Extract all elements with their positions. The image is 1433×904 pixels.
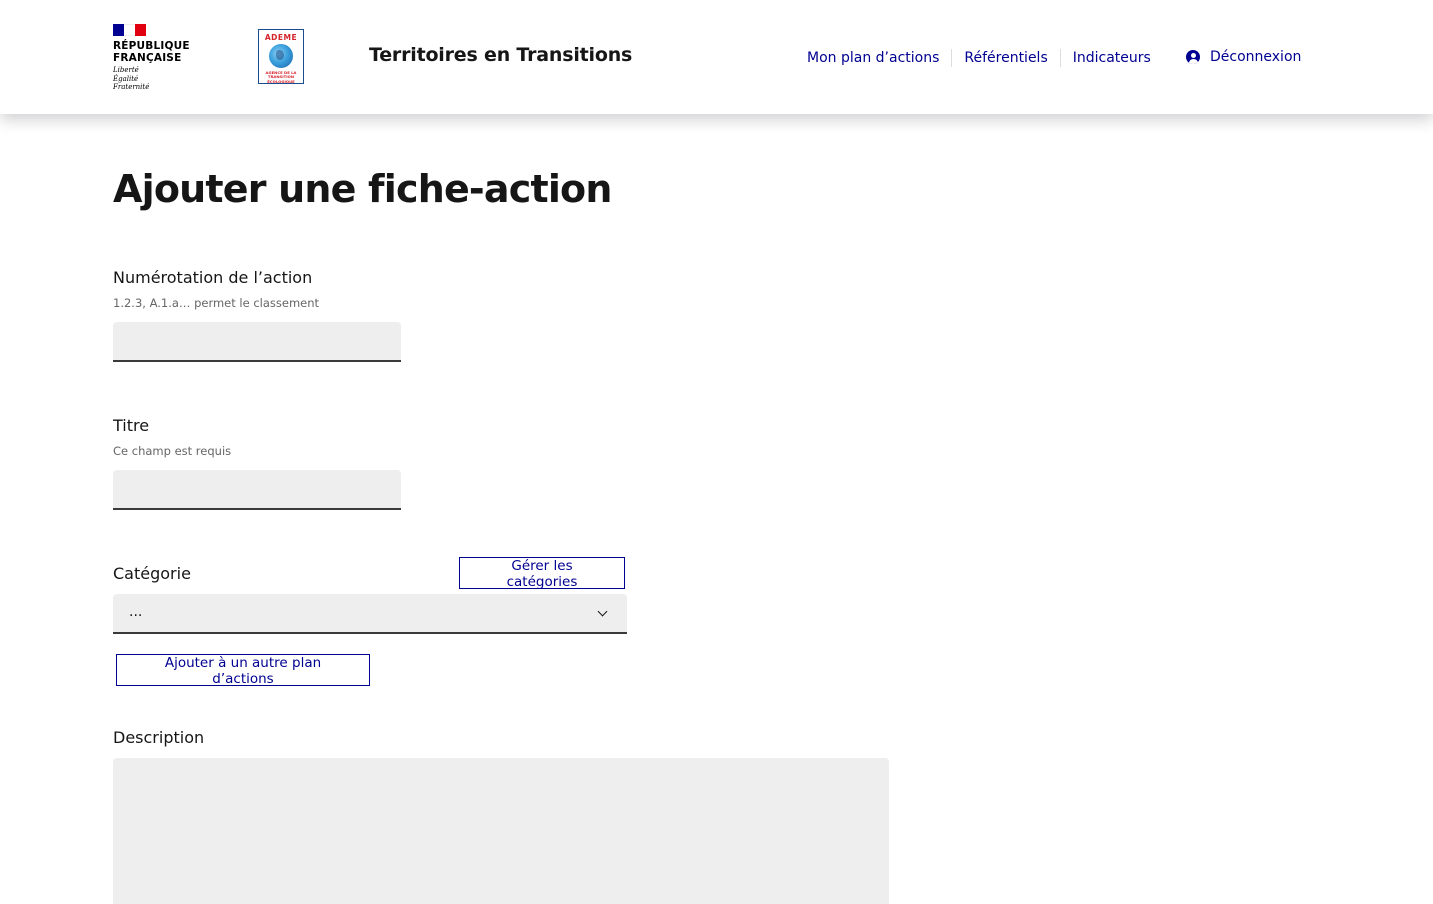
nav-referentiels[interactable]: Référentiels [952,49,1059,67]
ademe-logo[interactable]: ADEME AGENCE DE LA TRANSITION ÉCOLOGIQUE [258,29,304,84]
logout-label: Déconnexion [1210,49,1302,65]
main-nav: Mon plan d’actions Référentiels Indicate… [795,46,1163,70]
categorie-selected-value: ... [129,604,143,620]
categorie-select[interactable]: ... [113,594,627,634]
rf-name-line1: RÉPUBLIQUE [113,40,190,52]
rf-motto-egalite: Égalité [113,74,139,83]
rf-name-line2: FRANÇAISE [113,52,182,64]
description-textarea[interactable] [113,758,889,904]
rf-name: RÉPUBLIQUE FRANÇAISE [113,40,203,64]
chevron-down-icon [597,606,608,617]
numerotation-input[interactable] [113,322,401,362]
site-title[interactable]: Territoires en Transitions [369,44,632,66]
manage-categories-button[interactable]: Gérer les catégories [459,557,625,590]
globe-icon [269,44,293,68]
numerotation-hint: 1.2.3, A.1.a… permet le classement [113,296,320,310]
description-label: Description [113,728,205,747]
logout-button[interactable]: Déconnexion [1186,46,1301,68]
nav-mon-plan-actions[interactable]: Mon plan d’actions [795,49,951,67]
rf-motto: Liberté Égalité Fraternité [113,66,203,92]
rf-motto-liberte: Liberté [113,66,139,74]
titre-hint: Ce champ est requis [113,444,232,458]
ademe-title: ADEME [264,33,298,42]
rf-motto-fraternite: Fraternité [113,83,150,91]
page-title: Ajouter une fiche-action [113,167,612,211]
republique-francaise-logo[interactable]: RÉPUBLIQUE FRANÇAISE Liberté Égalité Fra… [113,24,203,94]
titre-label: Titre [113,416,150,435]
add-to-other-plan-button[interactable]: Ajouter à un autre plan d’actions [116,654,370,687]
site-header: RÉPUBLIQUE FRANÇAISE Liberté Égalité Fra… [0,0,1433,114]
titre-input[interactable] [113,470,401,510]
ademe-subtitle-line3: ÉCOLOGIQUE [267,78,295,84]
user-circle-icon [1186,50,1200,64]
nav-indicateurs[interactable]: Indicateurs [1061,49,1163,67]
numerotation-label: Numérotation de l’action [113,268,313,287]
ademe-subtitle: AGENCE DE LA TRANSITION ÉCOLOGIQUE [259,70,303,84]
categorie-label: Catégorie [113,564,191,583]
french-flag-icon [113,24,146,36]
